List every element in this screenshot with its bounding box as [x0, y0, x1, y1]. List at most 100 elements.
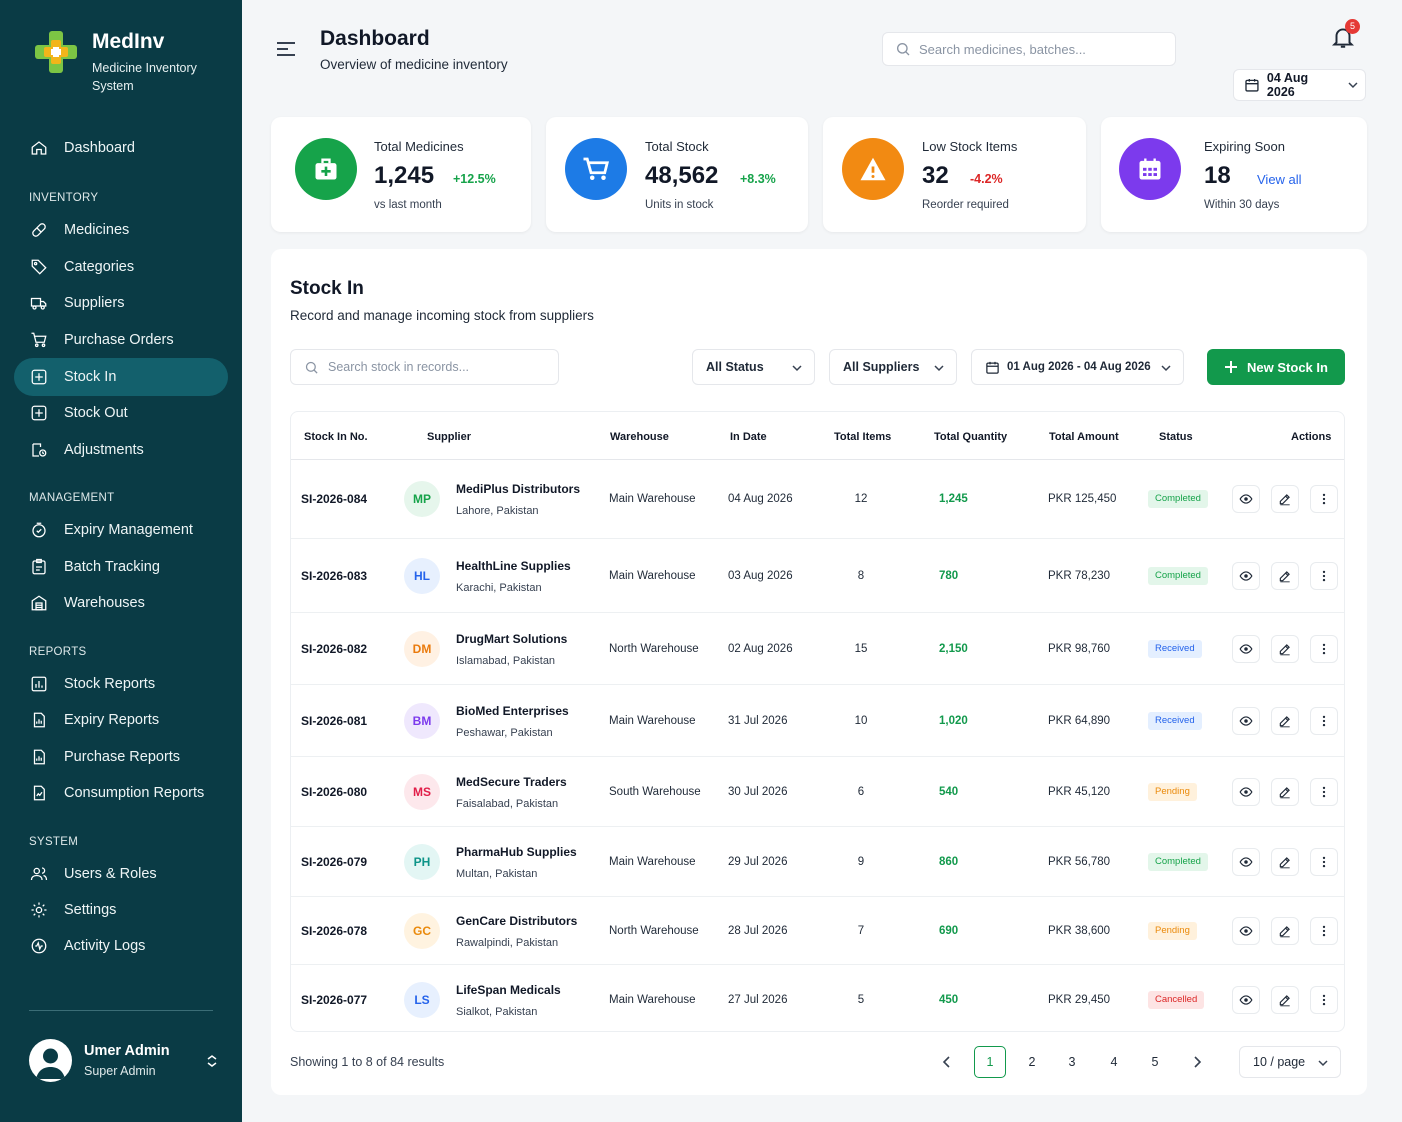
- stock-in-id[interactable]: SI-2026-078: [301, 924, 367, 938]
- more-vertical-icon[interactable]: [1310, 485, 1338, 513]
- brand[interactable]: MedInv Medicine Inventory System: [32, 28, 210, 95]
- sidebar-item-dashboard[interactable]: Dashboard: [14, 129, 228, 167]
- stock-search-input[interactable]: Search stock in records...: [290, 349, 559, 385]
- table-row[interactable]: SI-2026-084 MP MediPlus Distributors Lahore…: [291, 460, 1344, 538]
- view-eye-icon[interactable]: [1232, 985, 1260, 1014]
- sidebar-item-stock-reports[interactable]: Stock Reports: [14, 665, 228, 703]
- total-items: 10: [854, 715, 868, 727]
- sidebar-item-adjustments[interactable]: Adjustments: [14, 431, 228, 469]
- more-vertical-icon[interactable]: [1310, 985, 1338, 1014]
- sidebar-item-stock-in[interactable]: Stock In: [14, 358, 228, 396]
- page-1-button[interactable]: 1: [974, 1046, 1006, 1078]
- supplier-filter[interactable]: All Suppliers: [829, 349, 957, 385]
- app-name: MedInv: [92, 30, 165, 53]
- prev-page-icon[interactable]: [931, 1046, 963, 1078]
- view-eye-icon[interactable]: [1232, 562, 1260, 590]
- table-row[interactable]: SI-2026-082 DM DrugMart Solutions Islamabad…: [291, 612, 1344, 684]
- table-row[interactable]: SI-2026-077 LS LifeSpan Medicals Sialkot, P…: [291, 964, 1344, 1031]
- edit-pencil-icon[interactable]: [1271, 707, 1299, 735]
- supplier-avatar: BM: [404, 703, 440, 739]
- supplier-location: Peshawar, Pakistan: [456, 727, 553, 739]
- edit-pencil-icon[interactable]: [1271, 485, 1299, 513]
- users-icon: [30, 865, 48, 883]
- more-vertical-icon[interactable]: [1310, 848, 1338, 876]
- view-eye-icon[interactable]: [1232, 848, 1260, 876]
- sidebar-item-expiry-reports[interactable]: Expiry Reports: [14, 701, 228, 739]
- date-range-filter[interactable]: 01 Aug 2026 - 04 Aug 2026: [971, 349, 1184, 385]
- more-vertical-icon[interactable]: [1310, 917, 1338, 945]
- sidebar-item-activity-logs[interactable]: Activity Logs: [14, 927, 228, 965]
- page-5-button[interactable]: 5: [1139, 1046, 1171, 1078]
- clock-check-icon: [30, 521, 48, 539]
- stock-in-id[interactable]: SI-2026-079: [301, 855, 367, 869]
- next-page-icon[interactable]: [1181, 1046, 1213, 1078]
- sidebar-item-consumption-reports[interactable]: Consumption Reports: [14, 774, 228, 812]
- sidebar-item-warehouses[interactable]: Warehouses: [14, 584, 228, 622]
- sidebar-item-medicines[interactable]: Medicines: [14, 211, 228, 249]
- expand-icon[interactable]: [205, 1054, 219, 1068]
- per-page-select[interactable]: 10 / page: [1239, 1046, 1341, 1078]
- table-row[interactable]: SI-2026-080 MS MedSecure Traders Faisalabad…: [291, 756, 1344, 826]
- sidebar-item-purchase-orders[interactable]: Purchase Orders: [14, 321, 228, 359]
- stock-in-id[interactable]: SI-2026-082: [301, 642, 367, 656]
- supplier-name: GenCare Distributors: [456, 914, 578, 928]
- table-row[interactable]: SI-2026-081 BM BioMed Enterprises Peshawar,…: [291, 684, 1344, 756]
- edit-pencil-icon[interactable]: [1271, 562, 1299, 590]
- stock-in-id[interactable]: SI-2026-084: [301, 492, 367, 506]
- sidebar-item-suppliers[interactable]: Suppliers: [14, 284, 228, 322]
- more-vertical-icon[interactable]: [1310, 778, 1338, 806]
- more-vertical-icon[interactable]: [1310, 635, 1338, 663]
- page-4-button[interactable]: 4: [1098, 1046, 1130, 1078]
- global-search-input[interactable]: Search medicines, batches...: [882, 32, 1176, 66]
- more-vertical-icon[interactable]: [1310, 562, 1338, 590]
- user-role: Super Admin: [84, 1064, 156, 1078]
- supplier-location: Rawalpindi, Pakistan: [456, 937, 559, 949]
- stock-in-id[interactable]: SI-2026-081: [301, 714, 367, 728]
- edit-pencil-icon[interactable]: [1271, 778, 1299, 806]
- col-header-stock-in-no: Stock In No.: [304, 431, 368, 443]
- stock-in-id[interactable]: SI-2026-083: [301, 569, 367, 583]
- in-date: 02 Aug 2026: [728, 643, 793, 655]
- view-eye-icon[interactable]: [1232, 707, 1260, 735]
- sidebar-item-label: Consumption Reports: [64, 785, 205, 801]
- sidebar-item-label: Dashboard: [64, 140, 135, 156]
- sidebar-item-settings[interactable]: Settings: [14, 891, 228, 929]
- warehouse: Main Warehouse: [609, 570, 696, 582]
- stock-in-id[interactable]: SI-2026-080: [301, 785, 367, 799]
- edit-pencil-icon[interactable]: [1271, 917, 1299, 945]
- total-amount: PKR 78,230: [1048, 570, 1111, 582]
- sidebar-item-categories[interactable]: Categories: [14, 248, 228, 286]
- section-management: MANAGEMENT: [29, 492, 115, 504]
- warehouse: North Warehouse: [609, 643, 699, 655]
- edit-pencil-icon[interactable]: [1271, 985, 1299, 1014]
- sidebar-item-label: Suppliers: [64, 295, 125, 311]
- sidebar-item-purchase-reports[interactable]: Purchase Reports: [14, 738, 228, 776]
- page-3-button[interactable]: 3: [1056, 1046, 1088, 1078]
- page-2-button[interactable]: 2: [1016, 1046, 1048, 1078]
- section-reports: REPORTS: [29, 646, 87, 658]
- status-filter[interactable]: All Status: [692, 349, 815, 385]
- sidebar-item-batch-tracking[interactable]: Batch Tracking: [14, 548, 228, 586]
- table-row[interactable]: SI-2026-079 PH PharmaHub Supplies Multan, P…: [291, 826, 1344, 896]
- date-picker[interactable]: 04 Aug 2026: [1233, 69, 1366, 101]
- table-row[interactable]: SI-2026-083 HL HealthLine Supplies Karachi,…: [291, 538, 1344, 612]
- menu-toggle-icon[interactable]: [276, 40, 296, 58]
- table-row[interactable]: SI-2026-078 GC GenCare Distributors Rawalpi…: [291, 896, 1344, 964]
- stock-in-id[interactable]: SI-2026-077: [301, 993, 367, 1007]
- sidebar-item-expiry-management[interactable]: Expiry Management: [14, 511, 228, 549]
- edit-pencil-icon[interactable]: [1271, 635, 1299, 663]
- view-eye-icon[interactable]: [1232, 635, 1260, 663]
- edit-pencil-icon[interactable]: [1271, 848, 1299, 876]
- new-stock-in-button[interactable]: New Stock In: [1207, 349, 1345, 385]
- activity-icon: [30, 937, 48, 955]
- user-profile[interactable]: Umer Admin Super Admin: [29, 1039, 219, 1082]
- more-vertical-icon[interactable]: [1310, 707, 1338, 735]
- supplier-avatar: MS: [404, 774, 440, 810]
- sidebar-item-stock-out[interactable]: Stock Out: [14, 394, 228, 432]
- warehouse: North Warehouse: [609, 925, 699, 937]
- view-eye-icon[interactable]: [1232, 778, 1260, 806]
- view-all-link[interactable]: View all: [1257, 172, 1302, 187]
- sidebar-item-users-roles[interactable]: Users & Roles: [14, 855, 228, 893]
- view-eye-icon[interactable]: [1232, 917, 1260, 945]
- view-eye-icon[interactable]: [1232, 485, 1260, 513]
